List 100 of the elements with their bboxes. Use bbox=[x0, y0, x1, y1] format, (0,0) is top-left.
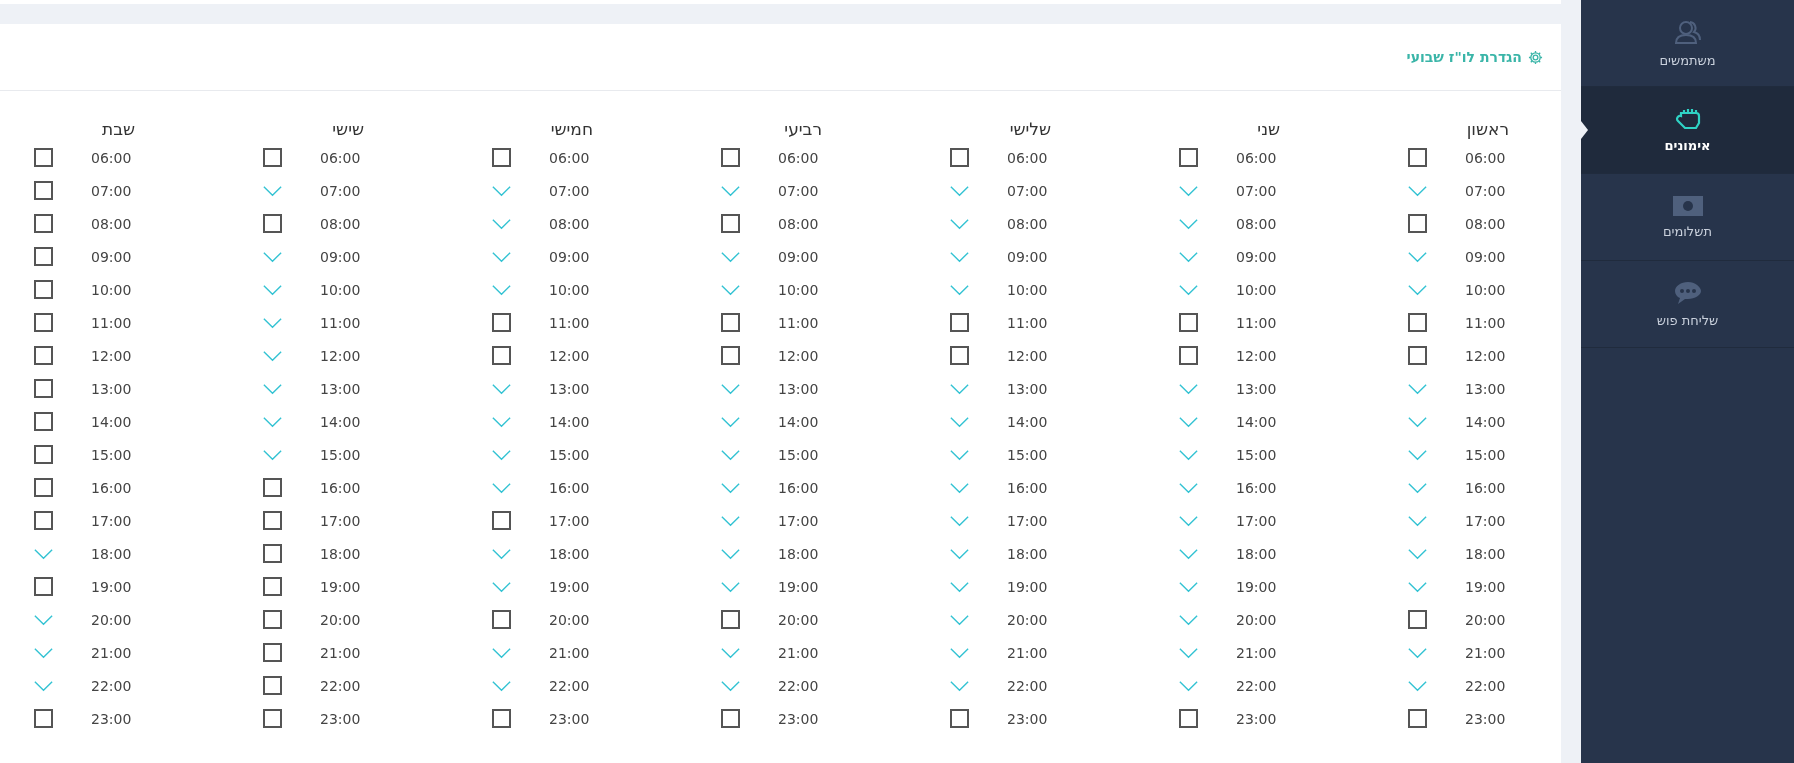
checkbox[interactable] bbox=[263, 148, 282, 167]
time-label: 20:00 bbox=[1465, 611, 1507, 628]
checkbox[interactable] bbox=[263, 214, 282, 233]
time-label: 12:00 bbox=[1465, 347, 1507, 364]
time-label: 16:00 bbox=[778, 479, 820, 496]
time-label: 15:00 bbox=[320, 446, 362, 463]
checkbox[interactable] bbox=[34, 280, 53, 299]
checkbox[interactable] bbox=[492, 610, 511, 629]
time-label: 14:00 bbox=[320, 413, 362, 430]
time-label: 08:00 bbox=[778, 215, 820, 232]
time-label: 21:00 bbox=[1236, 644, 1278, 661]
checkbox[interactable] bbox=[1179, 148, 1198, 167]
time-label: 12:00 bbox=[1236, 347, 1278, 364]
checkbox[interactable] bbox=[263, 478, 282, 497]
time-label: 08:00 bbox=[91, 215, 133, 232]
checkbox[interactable] bbox=[263, 511, 282, 530]
checkbox[interactable] bbox=[1408, 148, 1427, 167]
day-name: ראשון bbox=[1465, 119, 1510, 141]
time-label: 16:00 bbox=[1007, 479, 1049, 496]
checkbox[interactable] bbox=[263, 643, 282, 662]
time-label: 21:00 bbox=[1007, 644, 1049, 661]
time-label: 13:00 bbox=[1465, 380, 1507, 397]
time-label: 07:00 bbox=[91, 182, 133, 199]
sidebar-label: אימונים bbox=[1664, 137, 1711, 153]
time-label: 21:00 bbox=[1465, 644, 1507, 661]
time-label: 07:00 bbox=[1465, 182, 1507, 199]
checkbox[interactable] bbox=[34, 445, 53, 464]
checkbox[interactable] bbox=[263, 610, 282, 629]
checkbox[interactable] bbox=[1408, 214, 1427, 233]
time-label: 14:00 bbox=[778, 413, 820, 430]
checkbox[interactable] bbox=[1408, 346, 1427, 365]
checkbox[interactable] bbox=[34, 247, 53, 266]
checkbox[interactable] bbox=[263, 676, 282, 695]
checkbox[interactable] bbox=[492, 148, 511, 167]
time-label: 19:00 bbox=[320, 578, 362, 595]
users-icon bbox=[1673, 18, 1702, 45]
checkbox[interactable] bbox=[950, 313, 969, 332]
time-label: 09:00 bbox=[1007, 248, 1049, 265]
time-label: 14:00 bbox=[1465, 413, 1507, 430]
time-label: 16:00 bbox=[91, 479, 133, 496]
checkbox[interactable] bbox=[1408, 313, 1427, 332]
checkbox[interactable] bbox=[950, 709, 969, 728]
checkbox[interactable] bbox=[34, 379, 53, 398]
time-label: 16:00 bbox=[1236, 479, 1278, 496]
time-label: 08:00 bbox=[320, 215, 362, 232]
time-label: 10:00 bbox=[1465, 281, 1507, 298]
checkbox[interactable] bbox=[721, 313, 740, 332]
checkbox[interactable] bbox=[34, 346, 53, 365]
checkbox[interactable] bbox=[1179, 709, 1198, 728]
checkbox[interactable] bbox=[492, 346, 511, 365]
day-name: שישי bbox=[331, 119, 365, 141]
checkbox[interactable] bbox=[721, 346, 740, 365]
time-label: 19:00 bbox=[1007, 578, 1049, 595]
checkbox[interactable] bbox=[1179, 346, 1198, 365]
time-label: 09:00 bbox=[320, 248, 362, 265]
time-label: 15:00 bbox=[1465, 446, 1507, 463]
checkbox[interactable] bbox=[34, 577, 53, 596]
checkbox[interactable] bbox=[950, 148, 969, 167]
checkbox[interactable] bbox=[34, 181, 53, 200]
time-label: 10:00 bbox=[1236, 281, 1278, 298]
time-label: 15:00 bbox=[1236, 446, 1278, 463]
checkbox[interactable] bbox=[721, 148, 740, 167]
checkbox[interactable] bbox=[34, 214, 53, 233]
checkbox[interactable] bbox=[263, 709, 282, 728]
time-label: 08:00 bbox=[1007, 215, 1049, 232]
checkbox[interactable] bbox=[1179, 313, 1198, 332]
checkbox[interactable] bbox=[721, 214, 740, 233]
checkbox[interactable] bbox=[34, 412, 53, 431]
checkbox[interactable] bbox=[721, 709, 740, 728]
time-label: 17:00 bbox=[1236, 512, 1278, 529]
time-label: 17:00 bbox=[549, 512, 591, 529]
sidebar-item[interactable]: תשלומים bbox=[1581, 174, 1794, 261]
checkbox[interactable] bbox=[721, 610, 740, 629]
checkbox[interactable] bbox=[34, 709, 53, 728]
day-name: חמישי bbox=[549, 119, 594, 141]
time-label: 08:00 bbox=[1465, 215, 1507, 232]
checkbox[interactable] bbox=[492, 709, 511, 728]
time-label: 11:00 bbox=[91, 314, 133, 331]
time-label: 16:00 bbox=[320, 479, 362, 496]
checkbox[interactable] bbox=[34, 148, 53, 167]
time-label: 10:00 bbox=[549, 281, 591, 298]
checkbox[interactable] bbox=[34, 478, 53, 497]
time-label: 20:00 bbox=[1007, 611, 1049, 628]
time-label: 13:00 bbox=[549, 380, 591, 397]
checkbox[interactable] bbox=[492, 313, 511, 332]
checkbox[interactable] bbox=[34, 511, 53, 530]
checkbox[interactable] bbox=[1408, 709, 1427, 728]
checkbox[interactable] bbox=[34, 313, 53, 332]
time-label: 22:00 bbox=[91, 677, 133, 694]
checkbox[interactable] bbox=[492, 511, 511, 530]
checkbox[interactable] bbox=[950, 346, 969, 365]
time-label: 14:00 bbox=[1236, 413, 1278, 430]
time-label: 20:00 bbox=[320, 611, 362, 628]
checkbox[interactable] bbox=[263, 577, 282, 596]
checkbox[interactable] bbox=[263, 544, 282, 563]
time-label: 17:00 bbox=[1465, 512, 1507, 529]
sidebar-item[interactable]: שליחת פוש bbox=[1581, 261, 1794, 348]
sidebar-item[interactable]: אימונים bbox=[1581, 87, 1794, 174]
checkbox[interactable] bbox=[1408, 610, 1427, 629]
time-label: 14:00 bbox=[549, 413, 591, 430]
